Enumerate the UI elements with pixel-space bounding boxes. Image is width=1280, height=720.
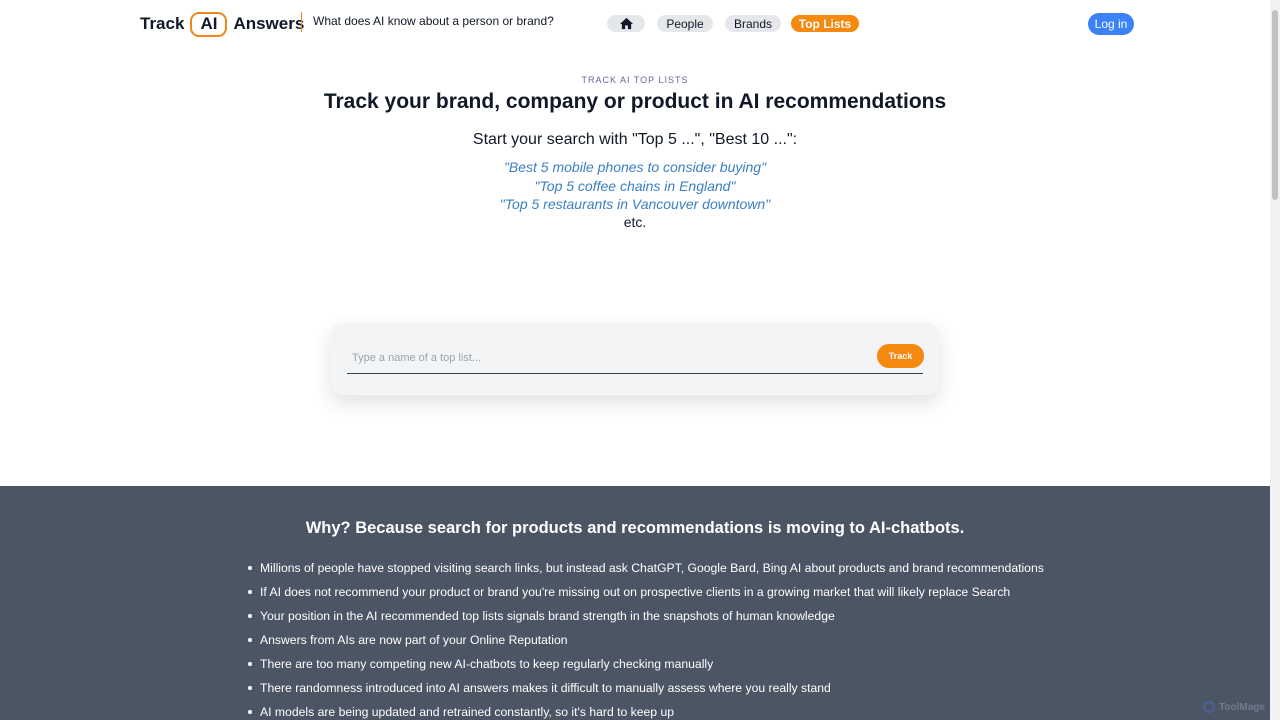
vertical-scrollbar[interactable] [1270, 0, 1280, 720]
section-eyebrow: TRACK AI TOP LISTS [581, 75, 689, 85]
logo-ai-box: AI [190, 11, 228, 37]
track-button[interactable]: Track [877, 344, 924, 368]
why-list-item: Your position in the AI recommended top … [247, 604, 1044, 628]
example-queries: "Best 5 mobile phones to consider buying… [0, 158, 1270, 214]
why-list: Millions of people have stopped visiting… [247, 556, 1044, 720]
home-icon [619, 17, 633, 30]
nav-top-lists[interactable]: Top Lists [791, 15, 859, 32]
logo-text-answers: Answers [233, 14, 305, 33]
why-list-item: Millions of people have stopped visiting… [247, 556, 1044, 580]
why-title: Why? Because search for products and rec… [305, 519, 965, 537]
examples-etc: etc. [623, 214, 647, 230]
scrollbar-thumb[interactable] [1272, 10, 1278, 200]
watermark-text: ToolMage [1219, 701, 1265, 713]
nav-brands[interactable]: Brands [725, 15, 781, 32]
nav-people[interactable]: People [657, 15, 713, 32]
example-query: "Top 5 restaurants in Vancouver downtown… [499, 196, 771, 212]
site-tagline: What does AI know about a person or bran… [301, 12, 554, 32]
why-list-item: Answers from AIs are now part of your On… [247, 628, 1044, 652]
top-list-search-input[interactable] [347, 343, 923, 374]
example-query: "Top 5 coffee chains in England" [534, 177, 736, 194]
example-query: "Best 5 mobile phones to consider buying… [503, 159, 767, 175]
why-list-item: There are too many competing new AI-chat… [247, 652, 1044, 676]
nav-home[interactable] [607, 15, 645, 32]
site-header: Track AI Answers What does AI know about… [0, 0, 1270, 48]
search-card: Track [331, 323, 939, 395]
why-list-item: AI models are being updated and retraine… [247, 700, 1044, 720]
watermark: ToolMage [1203, 700, 1265, 714]
hero-subtitle: Start your search with "Top 5 ...", "Bes… [472, 131, 798, 148]
logo-text-track: Track [140, 14, 185, 33]
page-title: Track your brand, company or product in … [323, 90, 947, 113]
site-logo[interactable]: Track AI Answers [140, 10, 304, 38]
why-section: Why? Because search for products and rec… [0, 486, 1270, 720]
watermark-logo-icon [1203, 701, 1215, 713]
why-list-item: There randomness introduced into AI answ… [247, 676, 1044, 700]
why-list-item: If AI does not recommend your product or… [247, 580, 1044, 604]
login-button[interactable]: Log in [1088, 13, 1134, 35]
